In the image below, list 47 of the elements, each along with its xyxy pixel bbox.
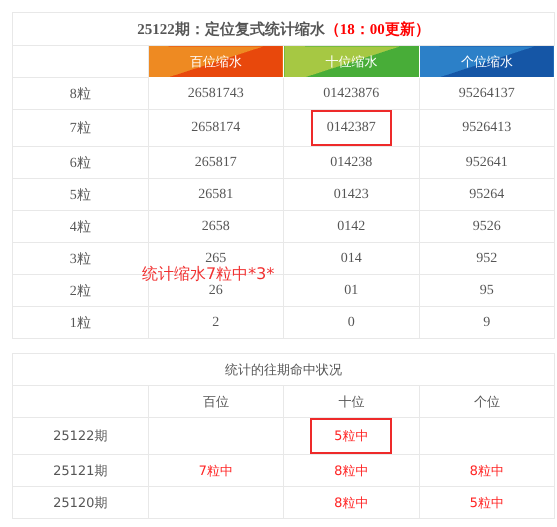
table-cell-text: 95264137 xyxy=(458,86,516,102)
title-text: 25122期：定位复式统计缩水 xyxy=(137,22,325,38)
result-cell-text: 5粒中 xyxy=(468,494,505,512)
row-label: 8粒 xyxy=(12,78,148,110)
table-cell-text: 265817 xyxy=(194,154,238,170)
column-header: 百位缩水 xyxy=(148,46,284,78)
table-cell-text: 9526 xyxy=(472,218,502,234)
table-cell-text: 952 xyxy=(475,250,498,266)
table-cell-text: 95 xyxy=(478,282,495,298)
result-cell-text: 8粒中 xyxy=(333,494,370,512)
table-cell-text: 95264 xyxy=(468,186,506,202)
result-cell-text: 7粒中 xyxy=(198,462,234,480)
table-cell-text: 26 xyxy=(208,282,224,298)
period-cell: 25120期 xyxy=(12,486,148,518)
result-cell-text: 8粒中 xyxy=(333,462,370,480)
row-label: 5粒 xyxy=(12,178,148,210)
table-cell-text: 9 xyxy=(482,314,492,330)
row-label: 1粒 xyxy=(12,306,148,338)
table-cell-text: 9526413 xyxy=(461,120,512,136)
row-label: 7粒 xyxy=(12,110,148,146)
table-cell: 0142387 xyxy=(310,110,392,146)
column-header: 百位 xyxy=(148,386,284,418)
period-cell: 25121期 xyxy=(12,454,148,486)
table-cell-text: 01423876 xyxy=(322,86,380,102)
row-label: 6粒 xyxy=(12,146,148,178)
table-title: 统计的往期命中状况 xyxy=(12,354,554,386)
table-cell-text: 014238 xyxy=(329,154,374,170)
result-cell: 5粒中 xyxy=(310,418,392,454)
column-header: 个位 xyxy=(419,386,554,418)
period-cell: 25122期 xyxy=(12,418,148,454)
column-header: 个位缩水 xyxy=(419,46,554,78)
row-label: 4粒 xyxy=(12,210,148,242)
table-cell-text: 2658 xyxy=(200,218,231,234)
column-header: 十位缩水 xyxy=(284,46,419,78)
table-cell-text: 0 xyxy=(346,314,356,330)
table-cell-text: 01423 xyxy=(332,186,370,202)
result-cell-text: 8粒中 xyxy=(468,462,505,480)
table-cell-text: 0142 xyxy=(336,218,366,234)
update-note: （18：00更新） xyxy=(324,22,430,38)
table-cell-text: 01 xyxy=(343,282,360,298)
table-cell-text: 26581743 xyxy=(186,86,245,102)
table-cell-text: 2658174 xyxy=(190,120,242,136)
table-cell-text: 265 xyxy=(204,250,228,266)
table-cell-text: 26581 xyxy=(197,186,234,202)
table-cell-text: 2 xyxy=(211,314,220,330)
table-cell-text: 014 xyxy=(340,250,363,266)
table-cell-text: 952641 xyxy=(464,154,509,170)
